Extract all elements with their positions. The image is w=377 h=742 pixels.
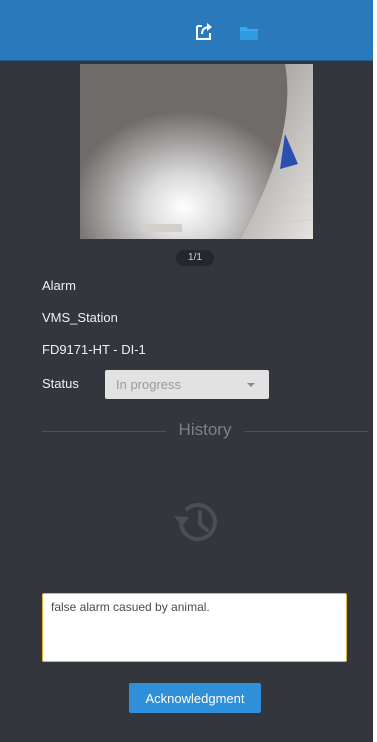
event-snapshot[interactable] [80,64,313,239]
event-device: FD9171-HT - DI-1 [42,342,146,357]
chevron-down-icon [247,383,255,387]
note-input[interactable]: false alarm casued by animal. [42,593,347,662]
divider [42,431,166,432]
event-source: VMS_Station [42,310,118,325]
event-type: Alarm [42,278,76,293]
divider [244,431,368,432]
export-icon[interactable] [193,20,215,42]
alarm-panel: 1/1 Alarm VMS_Station FD9171-HT - DI-1 S… [0,0,373,742]
history-icon [174,503,217,541]
acknowledge-button[interactable]: Acknowledgment [129,683,261,713]
snapshot-pager: 1/1 [176,250,214,266]
folder-icon[interactable] [238,22,260,44]
status-selected-value: In progress [116,377,182,392]
status-dropdown[interactable]: In progress [105,370,269,399]
toolbar [0,0,373,61]
status-label: Status [42,376,79,391]
history-title: History [178,420,232,439]
